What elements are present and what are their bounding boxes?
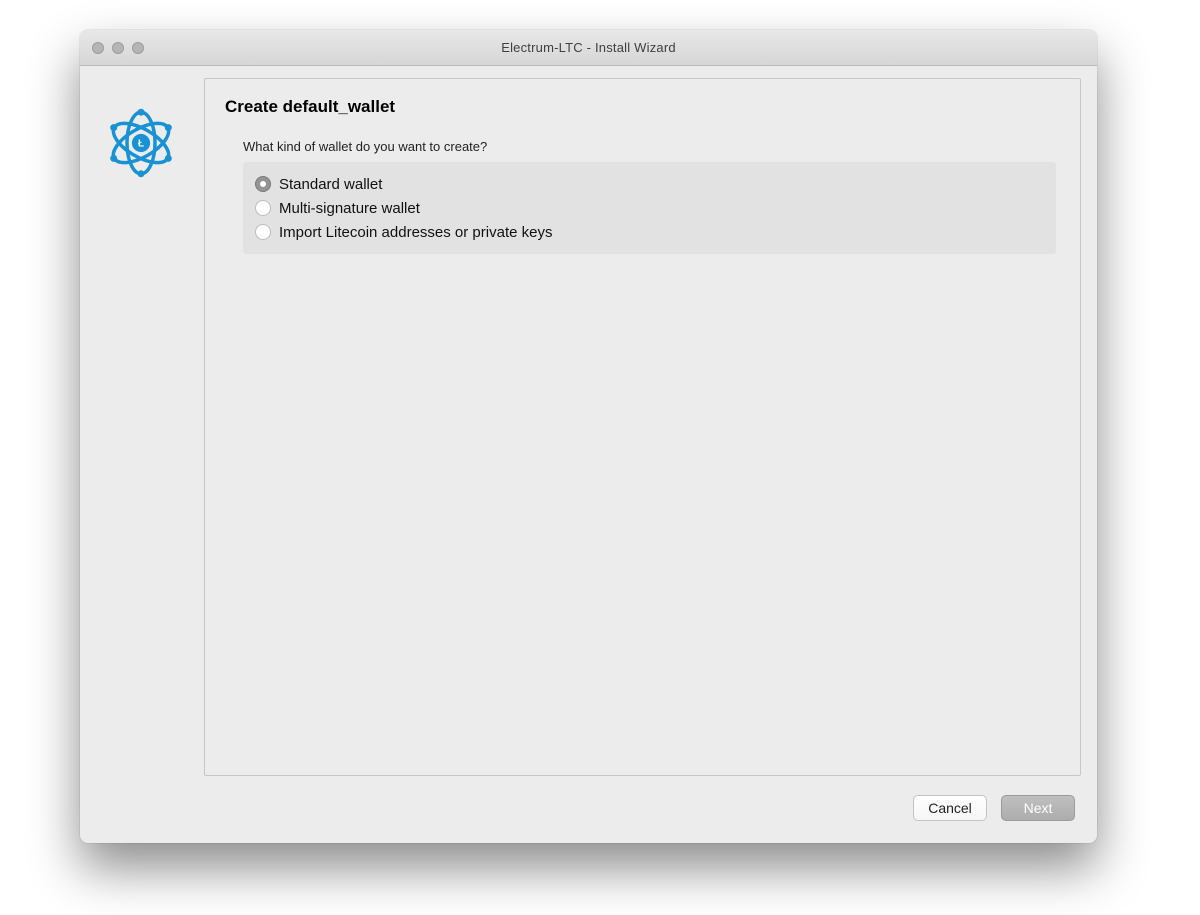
upper-area: Ł Create default_wallet What kind of wal… [96, 78, 1081, 776]
window-controls [92, 30, 144, 65]
option-label: Import Litecoin addresses or private key… [279, 224, 552, 241]
window-body: Ł Create default_wallet What kind of wal… [80, 66, 1097, 843]
window-titlebar: Electrum-LTC - Install Wizard [80, 30, 1097, 66]
traffic-light-zoom[interactable] [132, 42, 144, 54]
option-import-keys[interactable]: Import Litecoin addresses or private key… [255, 220, 1044, 244]
radio-icon [255, 224, 271, 240]
wizard-content-panel: Create default_wallet What kind of walle… [204, 78, 1081, 776]
option-multisig-wallet[interactable]: Multi-signature wallet [255, 196, 1044, 220]
window-title: Electrum-LTC - Install Wizard [501, 40, 676, 55]
option-label: Standard wallet [279, 176, 382, 193]
next-button[interactable]: Next [1001, 795, 1075, 821]
svg-text:Ł: Ł [138, 139, 144, 150]
wizard-footer: Cancel Next [96, 788, 1081, 828]
option-label: Multi-signature wallet [279, 200, 420, 217]
traffic-light-minimize[interactable] [112, 42, 124, 54]
wallet-type-options: Standard wallet Multi-signature wallet I… [243, 162, 1056, 254]
radio-icon [255, 176, 271, 192]
wizard-prompt: What kind of wallet do you want to creat… [243, 139, 1060, 154]
radio-icon [255, 200, 271, 216]
logo-column: Ł [96, 78, 186, 776]
option-standard-wallet[interactable]: Standard wallet [255, 172, 1044, 196]
button-label: Cancel [928, 800, 972, 816]
traffic-light-close[interactable] [92, 42, 104, 54]
cancel-button[interactable]: Cancel [913, 795, 987, 821]
wizard-heading: Create default_wallet [225, 97, 1060, 117]
install-wizard-window: Electrum-LTC - Install Wizard Ł [80, 30, 1097, 843]
electrum-ltc-logo-icon: Ł [106, 108, 176, 776]
button-label: Next [1024, 800, 1053, 816]
